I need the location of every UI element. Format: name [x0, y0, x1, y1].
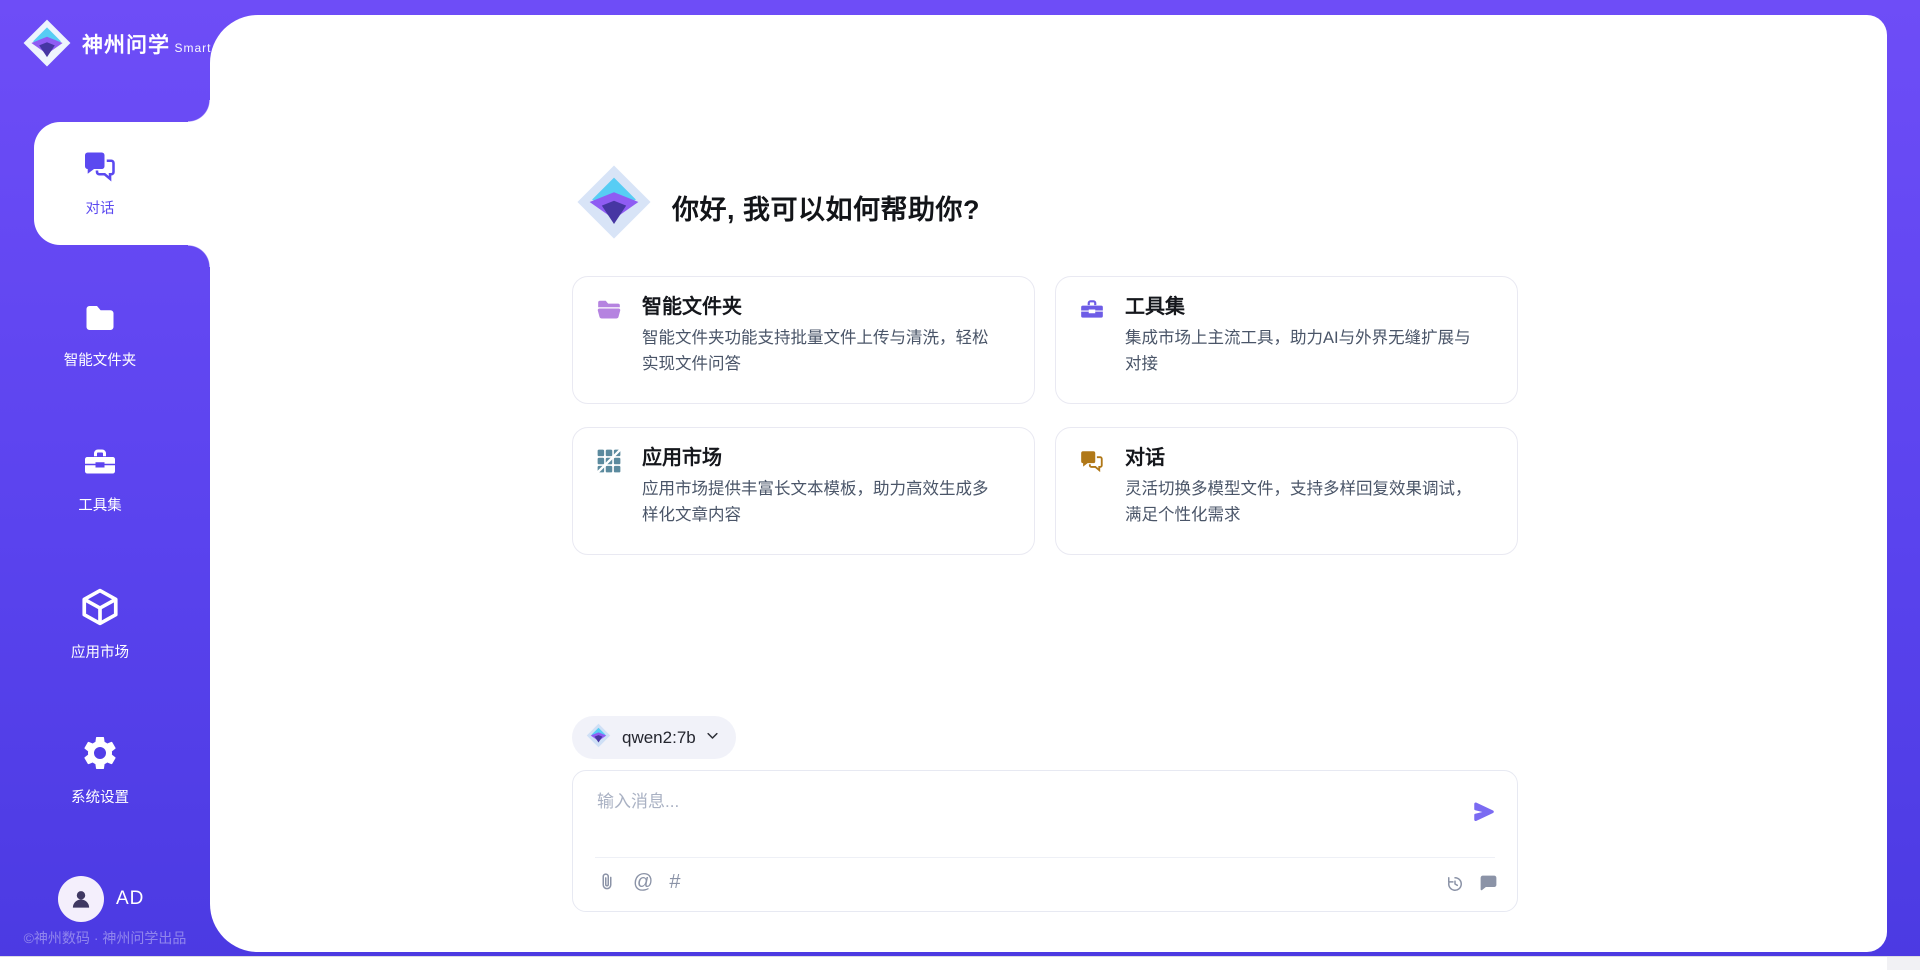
folder-icon — [82, 300, 118, 341]
message-input[interactable] — [597, 787, 1447, 845]
history-clock-icon — [1445, 882, 1465, 897]
topic-button[interactable]: # — [669, 871, 680, 893]
chat-bubbles-icon — [1079, 448, 1105, 474]
horizontal-scrollbar[interactable] — [0, 956, 1920, 970]
model-name: qwen2:7b — [622, 728, 696, 748]
toolbox-icon — [1079, 297, 1105, 323]
sidebar-footer-text: ©神州数码 · 神州问学出品 — [0, 928, 210, 948]
card-title: 对话 — [1125, 443, 1483, 473]
feedback-button[interactable] — [1478, 873, 1499, 894]
greeting-text: 你好, 我可以如何帮助你? — [672, 188, 980, 227]
composer-right-tools — [1445, 873, 1499, 894]
attach-file-button[interactable] — [597, 872, 617, 892]
brand-subtitle: Smart Vision — [174, 41, 254, 55]
chevron-down-icon — [705, 728, 720, 748]
message-square-icon — [1478, 882, 1499, 897]
card-title: 应用市场 — [642, 443, 1000, 473]
model-diamond-icon — [586, 723, 611, 753]
tab-curve-top — [188, 100, 210, 122]
card-description: 灵活切换多模型文件，支持多样回复效果调试，满足个性化需求 — [1125, 476, 1483, 528]
paperclip-icon — [597, 880, 617, 895]
app-grid-icon — [596, 448, 622, 474]
model-selector[interactable]: qwen2:7b — [572, 716, 736, 759]
gear-icon — [80, 733, 120, 778]
user-profile[interactable]: AD — [58, 876, 144, 922]
sidebar-item-label: 智能文件夹 — [35, 349, 165, 370]
history-button[interactable] — [1445, 874, 1465, 894]
message-composer: @ # — [572, 770, 1518, 912]
card-description: 应用市场提供丰富长文本模板，助力高效生成多样化文章内容 — [642, 476, 1000, 528]
sidebar-item-label: 工具集 — [35, 494, 165, 515]
at-sign-icon: @ — [633, 871, 653, 893]
card-title: 工具集 — [1125, 292, 1483, 322]
mention-button[interactable]: @ — [633, 871, 653, 893]
card-description: 集成市场上主流工具，助力AI与外界无缝扩展与对接 — [1125, 325, 1483, 377]
app-root: 神州问学 Smart Vision 对话 智能文件夹 — [0, 0, 1920, 970]
greeting-diamond-icon — [575, 163, 653, 246]
sidebar-item-app-market[interactable]: 应用市场 — [35, 586, 165, 662]
chat-bubbles-icon — [82, 148, 118, 189]
brand-diamond-icon — [22, 18, 72, 73]
sidebar-item-toolset[interactable]: 工具集 — [35, 445, 165, 515]
sidebar-item-chat[interactable]: 对话 — [35, 148, 165, 218]
feature-cards: 智能文件夹 智能文件夹功能支持批量文件上传与清洗，轻松实现文件问答 工具集 集成… — [572, 276, 1518, 555]
tab-curve-bottom — [188, 245, 210, 267]
sidebar-item-label: 系统设置 — [35, 786, 165, 807]
sidebar-item-label: 对话 — [35, 197, 165, 218]
card-chat[interactable]: 对话 灵活切换多模型文件，支持多样回复效果调试，满足个性化需求 — [1055, 427, 1518, 555]
user-name: AD — [116, 888, 144, 910]
card-toolset[interactable]: 工具集 集成市场上主流工具，助力AI与外界无缝扩展与对接 — [1055, 276, 1518, 404]
card-description: 智能文件夹功能支持批量文件上传与清洗，轻松实现文件问答 — [642, 325, 1000, 377]
composer-divider — [595, 857, 1495, 858]
composer-toolbar: @ # — [597, 871, 680, 893]
avatar — [58, 876, 104, 922]
scrollbar-corner — [1887, 957, 1920, 970]
sidebar-item-smart-folder[interactable]: 智能文件夹 — [35, 300, 165, 370]
folder-open-icon — [596, 297, 622, 323]
card-app-market[interactable]: 应用市场 应用市场提供丰富长文本模板，助力高效生成多样化文章内容 — [572, 427, 1035, 555]
cube-icon — [79, 586, 121, 633]
card-title: 智能文件夹 — [642, 292, 1000, 322]
hash-icon: # — [669, 871, 680, 893]
sidebar-item-label: 应用市场 — [35, 641, 165, 662]
brand-logo: 神州问学 Smart Vision — [22, 18, 254, 73]
send-button[interactable] — [1471, 799, 1497, 825]
toolbox-icon — [82, 445, 118, 486]
card-smart-folder[interactable]: 智能文件夹 智能文件夹功能支持批量文件上传与清洗，轻松实现文件问答 — [572, 276, 1035, 404]
sidebar-item-settings[interactable]: 系统设置 — [35, 733, 165, 807]
brand-title: 神州问学 — [82, 34, 170, 57]
